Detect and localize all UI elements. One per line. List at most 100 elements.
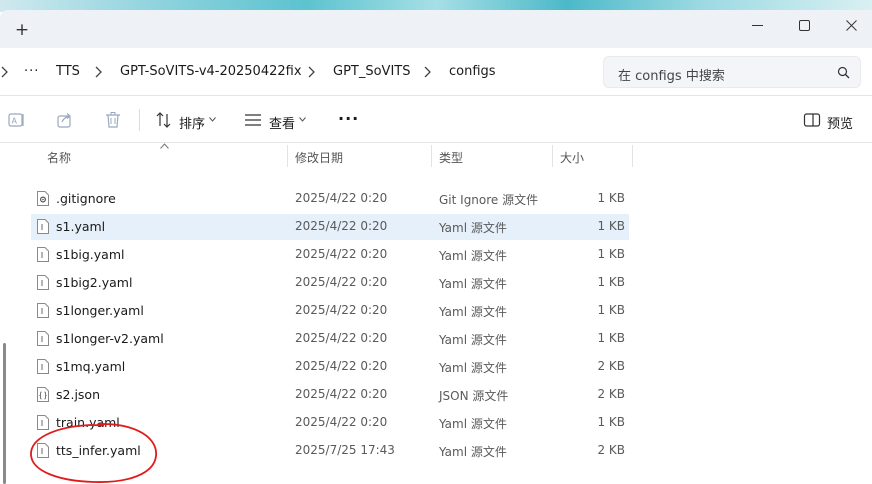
yaml-file-icon <box>37 443 49 458</box>
file-name: s1mq.yaml <box>56 359 126 374</box>
file-modified-date: 2025/4/22 0:20 <box>295 191 388 205</box>
chevron-right-icon <box>95 66 102 78</box>
new-tab-button[interactable]: + <box>12 20 32 40</box>
file-size: 2 KB <box>597 387 625 401</box>
file-type: Yaml 源文件 <box>439 333 507 347</box>
file-type: Yaml 源文件 <box>439 305 507 319</box>
column-header-size[interactable]: 大小 <box>560 149 584 166</box>
file-name: s1longer-v2.yaml <box>56 331 164 346</box>
delete-icon[interactable] <box>104 111 122 129</box>
file-explorer-window: + ··· TTS GPT-SoVITS-v4-20250422fix GPT_… <box>0 10 872 484</box>
preview-button[interactable]: 预览 <box>827 113 853 132</box>
scrollbar[interactable] <box>3 343 6 484</box>
breadcrumb-item-configs[interactable]: configs <box>449 64 496 79</box>
view-icon[interactable] <box>244 111 262 129</box>
svg-text:A: A <box>12 117 18 126</box>
file-row[interactable]: s1longer-v2.yaml 2025/4/22 0:20 Yaml 源文件 1 … <box>31 326 629 352</box>
preview-pane-icon[interactable] <box>803 111 821 129</box>
file-name: train.yaml <box>56 415 120 430</box>
file-row[interactable]: s2.json 2025/4/22 0:20 JSON 源文件 2 KB <box>31 382 629 408</box>
file-type: Yaml 源文件 <box>439 417 507 431</box>
sort-button[interactable]: 排序 <box>179 113 205 132</box>
file-modified-date: 2025/4/22 0:20 <box>295 247 388 261</box>
file-row[interactable]: s1mq.yaml 2025/4/22 0:20 Yaml 源文件 2 KB <box>31 354 629 380</box>
maximize-icon <box>798 19 810 31</box>
file-size: 1 KB <box>597 275 625 289</box>
file-modified-date: 2025/4/22 0:20 <box>295 275 388 289</box>
column-header-date[interactable]: 修改日期 <box>295 149 343 166</box>
breadcrumb-item-gpt-sovits-v4[interactable]: GPT-SoVITS-v4-20250422fix <box>120 64 302 79</box>
yaml-file-icon <box>37 415 49 430</box>
chevron-right-icon <box>1 66 8 78</box>
chevron-down-icon <box>299 117 306 122</box>
search-box[interactable]: 在 configs 中搜索 <box>603 56 861 88</box>
address-bar: ··· TTS GPT-SoVITS-v4-20250422fix GPT_So… <box>0 48 872 96</box>
close-button[interactable] <box>828 10 872 40</box>
maximize-button[interactable] <box>781 10 827 40</box>
column-header-type[interactable]: 类型 <box>439 149 463 166</box>
command-bar: A 排序 查看 ··· 预览 <box>0 97 872 143</box>
file-size: 1 KB <box>597 219 625 233</box>
sort-icon[interactable] <box>155 111 173 129</box>
share-icon[interactable] <box>56 111 74 129</box>
file-row[interactable]: s1.yaml 2025/4/22 0:20 Yaml 源文件 1 KB <box>31 214 629 240</box>
yaml-file-icon <box>37 219 49 234</box>
file-name: s1longer.yaml <box>56 303 144 318</box>
file-modified-date: 2025/7/25 17:43 <box>295 443 395 457</box>
file-name: s1.yaml <box>56 219 106 234</box>
minimize-icon <box>751 24 763 26</box>
yaml-file-icon <box>37 247 49 262</box>
file-modified-date: 2025/4/22 0:20 <box>295 359 388 373</box>
file-type: Yaml 源文件 <box>439 277 507 291</box>
yaml-file-icon <box>37 275 49 290</box>
file-list: 名称 修改日期 类型 大小 .gitignore 2025/4/22 0:20 Gi… <box>0 143 872 484</box>
gitignore-file-icon <box>37 191 49 206</box>
file-size: 2 KB <box>597 443 625 457</box>
chevron-down-icon <box>209 117 216 122</box>
file-size: 1 KB <box>597 191 625 205</box>
file-size: 2 KB <box>597 359 625 373</box>
file-modified-date: 2025/4/22 0:20 <box>295 303 388 317</box>
search-icon <box>837 66 850 79</box>
column-divider[interactable] <box>632 145 633 167</box>
sort-ascending-icon <box>160 143 169 149</box>
more-options-button[interactable]: ··· <box>338 109 359 128</box>
breadcrumb-more-button[interactable]: ··· <box>24 64 39 79</box>
file-type: Yaml 源文件 <box>439 249 507 263</box>
yaml-file-icon <box>37 331 49 346</box>
file-name: s1big.yaml <box>56 247 125 262</box>
close-icon <box>845 19 857 31</box>
column-divider[interactable] <box>431 145 432 167</box>
file-modified-date: 2025/4/22 0:20 <box>295 387 388 401</box>
column-divider[interactable] <box>287 145 288 167</box>
column-divider[interactable] <box>552 145 553 167</box>
file-type: Yaml 源文件 <box>439 361 507 375</box>
file-type: Yaml 源文件 <box>439 221 507 235</box>
chevron-right-icon <box>424 66 431 78</box>
breadcrumb-item-gpt-sovits[interactable]: GPT_SoVITS <box>333 64 410 79</box>
rename-icon[interactable]: A <box>8 111 26 129</box>
file-type: JSON 源文件 <box>439 389 509 403</box>
search-input[interactable]: 在 configs 中搜索 <box>618 65 725 84</box>
file-row[interactable]: s1longer.yaml 2025/4/22 0:20 Yaml 源文件 1 KB <box>31 298 629 324</box>
file-row[interactable]: tts_infer.yaml 2025/7/25 17:43 Yaml 源文件 2 K… <box>31 438 629 464</box>
file-name: tts_infer.yaml <box>56 443 141 458</box>
minimize-button[interactable] <box>734 10 780 40</box>
column-header-name[interactable]: 名称 <box>47 149 71 166</box>
file-modified-date: 2025/4/22 0:20 <box>295 219 388 233</box>
file-row[interactable]: train.yaml 2025/4/22 0:20 Yaml 源文件 1 KB <box>31 410 629 436</box>
yaml-file-icon <box>37 359 49 374</box>
file-row[interactable]: s1big2.yaml 2025/4/22 0:20 Yaml 源文件 1 KB <box>31 270 629 296</box>
file-type: Yaml 源文件 <box>439 445 507 459</box>
file-name: s1big2.yaml <box>56 275 133 290</box>
file-size: 1 KB <box>597 247 625 261</box>
file-modified-date: 2025/4/22 0:20 <box>295 415 388 429</box>
title-bar: + <box>0 10 872 48</box>
file-name: s2.json <box>56 387 100 402</box>
breadcrumb-item-tts[interactable]: TTS <box>56 64 80 79</box>
view-button[interactable]: 查看 <box>269 113 295 132</box>
file-row[interactable]: .gitignore 2025/4/22 0:20 Git Ignore 源文件 1 … <box>31 186 629 212</box>
file-name: .gitignore <box>56 191 116 206</box>
file-row[interactable]: s1big.yaml 2025/4/22 0:20 Yaml 源文件 1 KB <box>31 242 629 268</box>
file-size: 1 KB <box>597 331 625 345</box>
